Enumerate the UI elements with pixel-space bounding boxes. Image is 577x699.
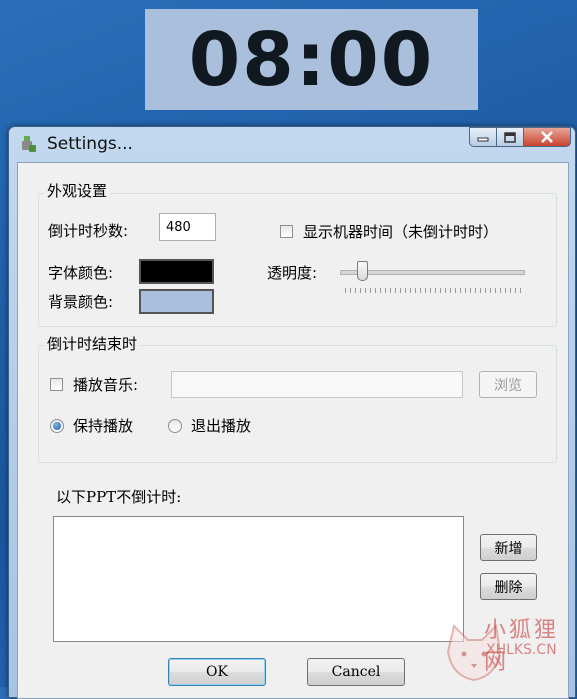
play-music-checkbox[interactable]	[50, 378, 63, 391]
close-button[interactable]	[524, 127, 571, 147]
opacity-slider-ticks	[345, 288, 522, 293]
play-music-label: 播放音乐:	[73, 376, 139, 394]
window-title: Settings...	[47, 134, 133, 154]
countdown-time: 08:00	[188, 16, 435, 103]
opacity-label: 透明度:	[267, 264, 318, 282]
app-icon	[22, 136, 36, 152]
opacity-slider-thumb[interactable]	[356, 261, 368, 281]
seconds-label: 倒计时秒数:	[48, 222, 129, 240]
show-machine-time-label: 显示机器时间（未倒计时时）	[303, 223, 499, 241]
music-path-input[interactable]	[171, 371, 463, 398]
delete-button[interactable]: 删除	[480, 573, 537, 600]
countdown-display: 08:00	[145, 9, 478, 110]
seconds-input[interactable]	[159, 213, 216, 241]
bg-color-label: 背景颜色:	[48, 293, 114, 311]
maximize-button[interactable]	[497, 127, 524, 147]
exit-playing-radio[interactable]	[168, 419, 182, 433]
ok-button[interactable]: OK	[168, 658, 266, 686]
font-color-label: 字体颜色:	[48, 264, 114, 282]
keep-playing-radio[interactable]	[50, 419, 64, 433]
title-bar[interactable]: Settings...	[9, 127, 575, 163]
appearance-group	[38, 193, 557, 327]
on-end-group	[38, 345, 557, 463]
add-button[interactable]: 新增	[480, 534, 537, 561]
font-color-swatch[interactable]	[139, 259, 214, 284]
bg-color-swatch[interactable]	[139, 289, 214, 314]
browse-button[interactable]: 浏览	[479, 371, 537, 398]
show-machine-time-checkbox[interactable]	[280, 225, 293, 238]
ppt-exclusion-list[interactable]	[53, 516, 464, 642]
ppt-exclusion-label: 以下PPT不倒计时:	[56, 488, 182, 506]
exit-playing-label: 退出播放	[191, 417, 252, 435]
close-icon	[541, 131, 553, 143]
keep-playing-label: 保持播放	[73, 417, 134, 435]
watermark-url: XHLKS.CN	[486, 642, 557, 658]
on-end-group-label: 倒计时结束时	[44, 333, 141, 354]
cancel-button[interactable]: Cancel	[307, 658, 405, 686]
minimize-button[interactable]	[469, 127, 497, 147]
appearance-group-label: 外观设置	[44, 180, 111, 201]
minimize-icon	[477, 137, 489, 142]
maximize-icon	[504, 131, 516, 143]
